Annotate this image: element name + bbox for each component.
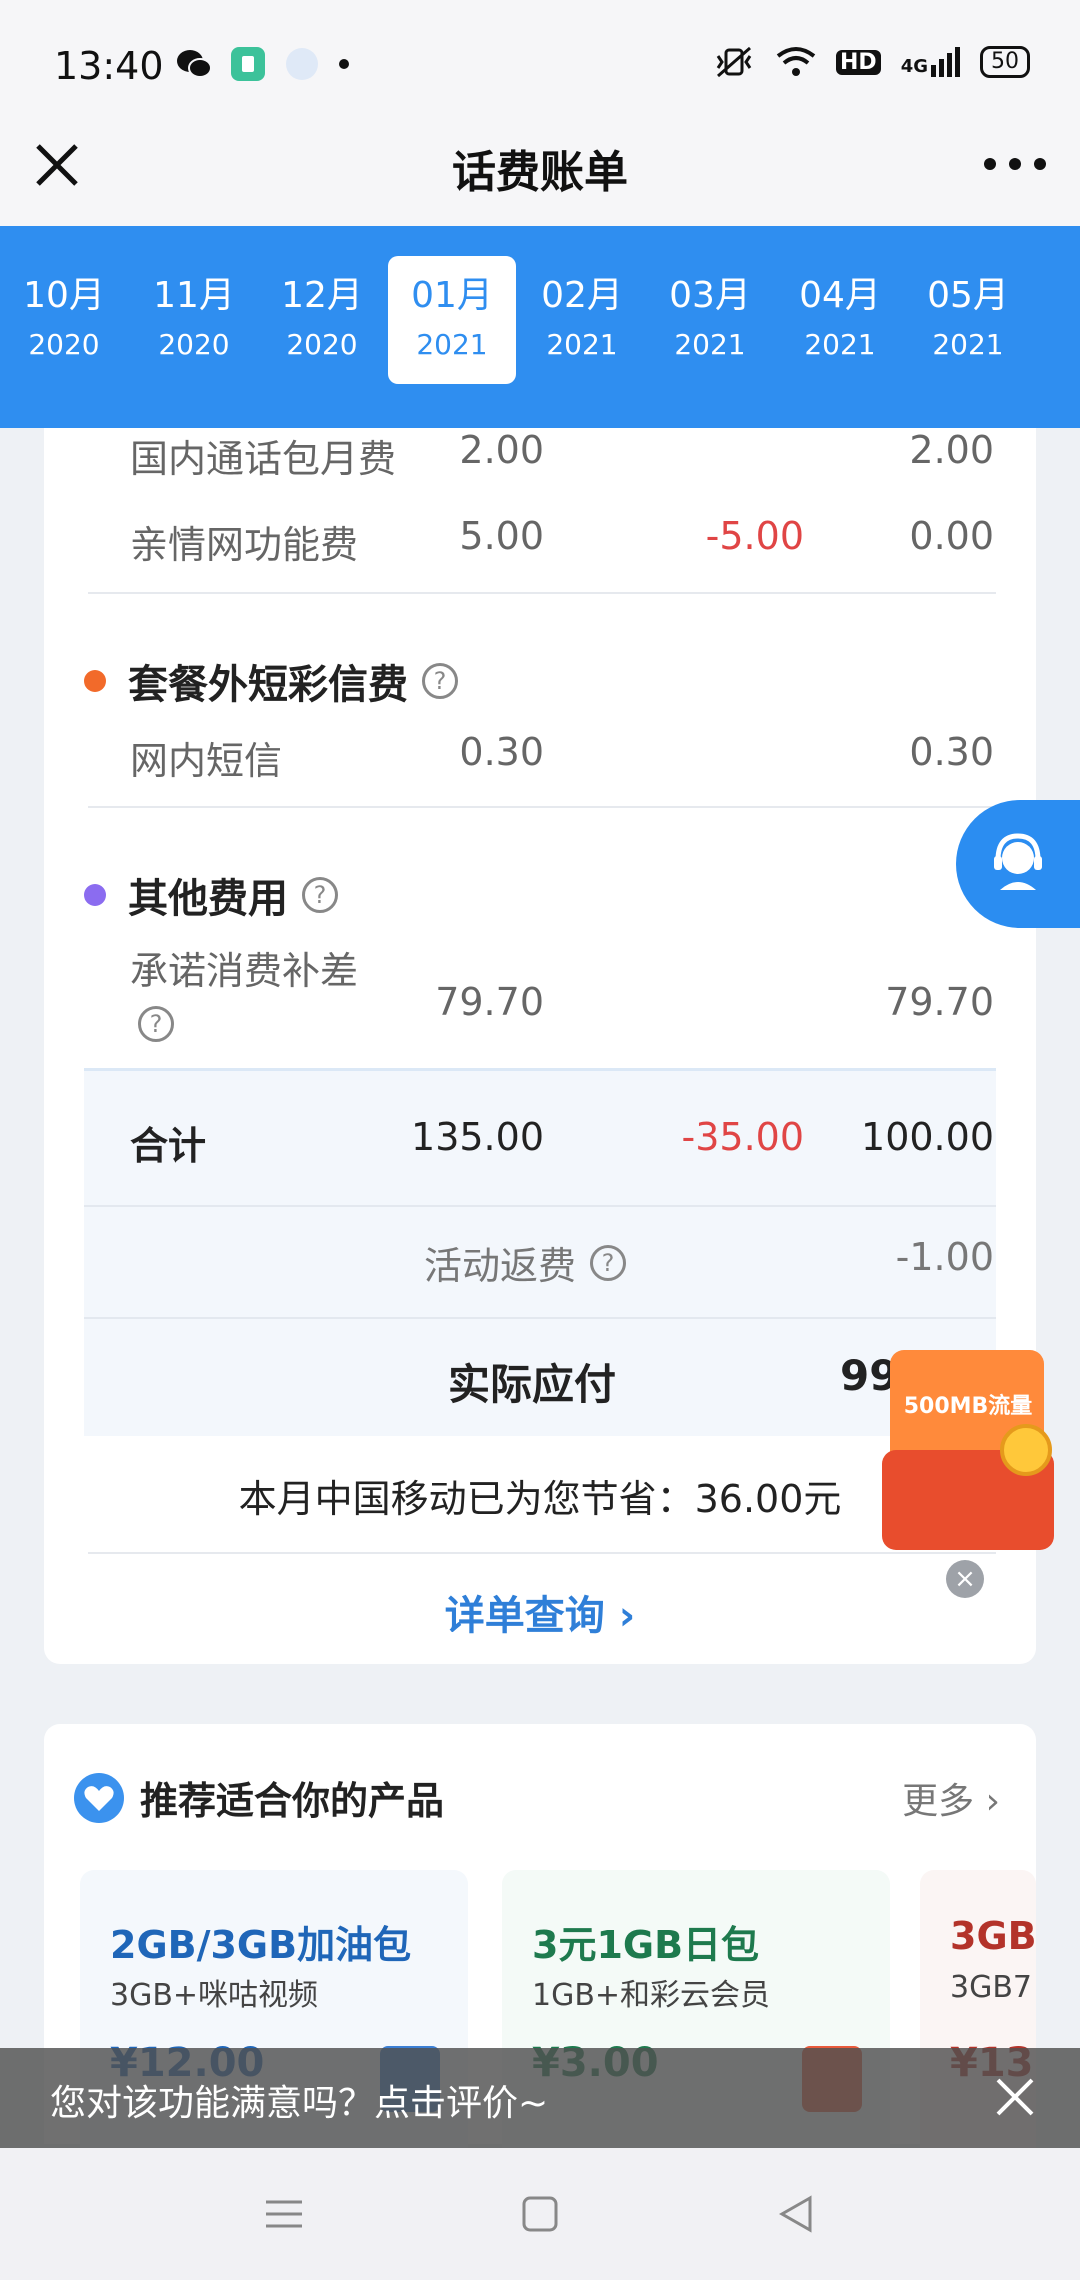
tab-month-label: 04月 xyxy=(799,275,881,316)
menu-icon[interactable] xyxy=(262,2192,306,2236)
system-nav-bar xyxy=(0,2148,1080,2280)
total-section: 合计 135.00 -35.00 100.00 活动返费 ? -1.00 实际应… xyxy=(84,1068,996,1436)
help-icon[interactable]: ? xyxy=(302,877,338,913)
fee-actual: 79.70 xyxy=(885,980,994,1024)
tab-month[interactable]: 02月 2021 xyxy=(518,256,646,384)
tab-month[interactable]: 10月 2020 xyxy=(0,256,128,384)
app-notification-icon xyxy=(231,47,265,81)
section-title: 其他费用 xyxy=(128,876,288,922)
section-dot xyxy=(84,884,106,906)
close-icon[interactable] xyxy=(990,2072,1040,2122)
tab-month-label: 02月 xyxy=(541,275,623,316)
more-link[interactable]: 更多 › xyxy=(902,1772,1000,1824)
divider xyxy=(88,806,996,808)
section-dot xyxy=(84,670,106,692)
fee-actual: 0.30 xyxy=(909,730,994,774)
wifi-icon xyxy=(776,47,816,76)
battery-icon: 50 xyxy=(980,46,1030,78)
tab-year-label: 2021 xyxy=(932,328,1004,361)
section-other-header: 其他费用 ? xyxy=(84,866,338,924)
feedback-bar[interactable]: 您对该功能满意吗？点击评价~ xyxy=(0,2048,1080,2148)
notification-icons xyxy=(176,46,350,82)
tab-month-label: 12月 xyxy=(281,275,363,316)
customer-service-button[interactable] xyxy=(956,800,1080,928)
dot-icon xyxy=(339,59,349,69)
tab-month-selected[interactable]: 01月 2021 xyxy=(388,256,516,384)
tab-year-label: 2020 xyxy=(28,328,100,361)
feedback-text: 您对该功能满意吗？点击评价~ xyxy=(50,2083,549,2124)
tab-month-label: 11月 xyxy=(153,275,235,316)
network-type: 4G xyxy=(900,56,928,77)
rebate-label: 活动返费 xyxy=(424,1244,577,1288)
help-icon[interactable]: ? xyxy=(590,1244,627,1281)
fee-amount: 0.30 xyxy=(459,730,544,774)
tab-month-label: 05月 xyxy=(927,275,1009,316)
status-time: 13:40 xyxy=(54,44,164,88)
tab-month-label: 01月 xyxy=(411,275,493,316)
recommend-title: 推荐适合你的产品 xyxy=(74,1770,444,1825)
page-title: 话费账单 xyxy=(452,147,628,198)
back-icon[interactable] xyxy=(774,2192,818,2236)
signal-icon: 4G xyxy=(901,47,960,77)
total-amount: 135.00 xyxy=(411,1115,544,1159)
tab-month[interactable]: 04月 2021 xyxy=(776,256,904,384)
month-tabs: 10月 2020 11月 2020 12月 2020 01月 2021 02月 2021 … xyxy=(0,226,1080,428)
total-label: 合计 xyxy=(130,1124,207,1168)
headset-icon xyxy=(994,833,1042,890)
promo-float[interactable]: 500MB流量 xyxy=(866,1350,1076,1550)
total-actual: 100.00 xyxy=(861,1115,994,1159)
detail-query-link[interactable]: 详单查询 › xyxy=(44,1583,1036,1641)
coin-icon xyxy=(1000,1424,1052,1476)
product-desc: 3GB7 xyxy=(950,1970,1033,2005)
wechat-icon xyxy=(177,50,212,78)
product-name: 3GB7 xyxy=(950,1914,1036,1958)
vibrate-icon xyxy=(716,46,752,78)
tab-month[interactable]: 05月 2021 xyxy=(904,256,1032,384)
more-icon[interactable] xyxy=(980,144,1050,184)
tab-month-label: 03月 xyxy=(669,275,751,316)
product-name: 2GB/3GB加油包 xyxy=(110,1923,412,1967)
section-title: 套餐外短彩信费 xyxy=(128,662,408,708)
help-icon[interactable]: ? xyxy=(138,1006,174,1042)
product-desc: 3GB+咪咕视频 xyxy=(110,1978,319,2013)
fee-amount: 79.70 xyxy=(435,980,544,1024)
fee-amount: 2.00 xyxy=(459,428,544,472)
heart-icon xyxy=(74,1772,124,1823)
divider xyxy=(84,1317,996,1319)
product-desc: 1GB+和彩云会员 xyxy=(532,1978,771,2013)
tab-year-label: 2020 xyxy=(158,328,230,361)
tab-month[interactable]: 11月 2020 xyxy=(130,256,258,384)
promo-close-icon[interactable]: × xyxy=(946,1560,984,1598)
payable-label: 实际应付 xyxy=(448,1360,617,1409)
recommend-title-text: 推荐适合你的产品 xyxy=(140,1779,445,1823)
help-icon[interactable]: ? xyxy=(422,663,458,699)
tab-year-label: 2021 xyxy=(546,328,618,361)
bill-row: 承诺消费补差 ? 79.70 79.70 xyxy=(44,940,1036,1042)
divider xyxy=(84,1205,996,1207)
compass-icon xyxy=(286,48,318,80)
divider xyxy=(88,592,996,594)
promo-text: 500MB流量 xyxy=(903,1394,1033,1419)
nav-bar: 话费账单 xyxy=(0,110,1080,226)
fee-amount: 5.00 xyxy=(459,514,544,558)
hd-icon: HD xyxy=(836,49,881,75)
tab-year-label: 2021 xyxy=(674,328,746,361)
section-sms-header: 套餐外短彩信费 ? xyxy=(84,652,458,710)
tab-month-label: 10月 xyxy=(23,275,105,316)
tab-month[interactable]: 03月 2021 xyxy=(646,256,774,384)
rebate-label-group: 活动返费 ? xyxy=(424,1235,627,1290)
fee-actual: 2.00 xyxy=(909,428,994,472)
product-name: 3元1GB日包 xyxy=(532,1923,760,1967)
system-icons: HD 4G 50 xyxy=(712,44,1030,80)
tab-year-label: 2020 xyxy=(286,328,358,361)
home-icon[interactable] xyxy=(518,2192,562,2236)
tab-year-label: 2021 xyxy=(416,328,488,361)
fee-label: 网内短信 xyxy=(130,739,283,783)
fee-actual: 0.00 xyxy=(909,514,994,558)
tab-year-label: 2021 xyxy=(804,328,876,361)
tab-month[interactable]: 12月 2020 xyxy=(258,256,386,384)
divider xyxy=(88,1552,996,1554)
rebate-value: -1.00 xyxy=(895,1235,994,1279)
